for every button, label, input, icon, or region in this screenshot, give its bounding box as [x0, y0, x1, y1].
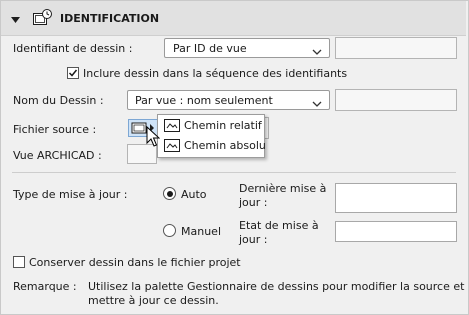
drawing-name-label: Nom du Dessin :	[13, 94, 104, 107]
auto-label: Auto	[181, 188, 207, 201]
update-type-label: Type de mise à jour :	[13, 188, 128, 201]
remark-text-line2: mettre à jour ce dessin.	[88, 294, 219, 307]
update-state-label-line2: jour :	[239, 233, 268, 246]
remark-text-line1: Utilisez la palette Gestionnaire de dess…	[88, 280, 465, 293]
relative-path-icon	[164, 119, 180, 135]
section-divider	[12, 172, 456, 173]
manual-radio[interactable]	[163, 224, 176, 237]
drawing-id-value: Par ID de vue	[173, 42, 247, 55]
include-sequence-checkbox[interactable]	[67, 67, 79, 79]
auto-radio[interactable]	[163, 187, 176, 200]
remark-label: Remarque :	[13, 280, 77, 293]
drawing-identification-icon	[33, 9, 53, 29]
radio-selected-dot	[166, 190, 173, 197]
mouse-cursor-icon	[146, 125, 161, 151]
menu-item-absolute-path[interactable]: Chemin absolu	[159, 136, 266, 156]
update-state-field	[335, 221, 457, 242]
manual-label: Manuel	[181, 225, 221, 238]
header-divider	[1, 35, 466, 36]
checkmark-icon	[68, 69, 78, 77]
section-title: IDENTIFICATION	[60, 12, 160, 25]
path-type-popup-menu: Chemin relatif Chemin absolu	[157, 114, 266, 158]
collapse-triangle-icon[interactable]	[11, 14, 20, 27]
drawing-name-value: Par vue : nom seulement	[135, 94, 273, 107]
menu-item-label: Chemin absolu	[184, 139, 266, 152]
last-update-label-line1: Dernière mise à	[239, 182, 327, 195]
include-sequence-label: Inclure dessin dans la séquence des iden…	[83, 67, 348, 80]
keep-in-project-label: Conserver dessin dans le fichier projet	[29, 256, 241, 269]
drawing-id-label: Identifiant de dessin :	[13, 42, 133, 55]
keep-in-project-checkbox[interactable]	[13, 256, 25, 268]
drawing-name-field[interactable]	[335, 89, 457, 111]
source-file-label: Fichier source :	[13, 123, 97, 136]
last-update-label-line2: jour :	[239, 196, 268, 209]
chevron-down-icon	[312, 97, 322, 110]
chevron-down-icon	[312, 45, 322, 58]
menu-item-label: Chemin relatif	[184, 119, 262, 132]
drawing-id-field[interactable]	[335, 37, 457, 59]
last-update-field	[335, 183, 457, 213]
drawing-name-dropdown[interactable]: Par vue : nom seulement	[127, 90, 330, 110]
drawing-id-dropdown[interactable]: Par ID de vue	[164, 38, 330, 58]
absolute-path-icon	[164, 139, 180, 155]
archicad-view-label: Vue ARCHICAD :	[13, 149, 102, 162]
menu-item-relative-path[interactable]: Chemin relatif	[159, 116, 263, 136]
update-state-label-line1: Etat de mise à	[239, 219, 319, 232]
